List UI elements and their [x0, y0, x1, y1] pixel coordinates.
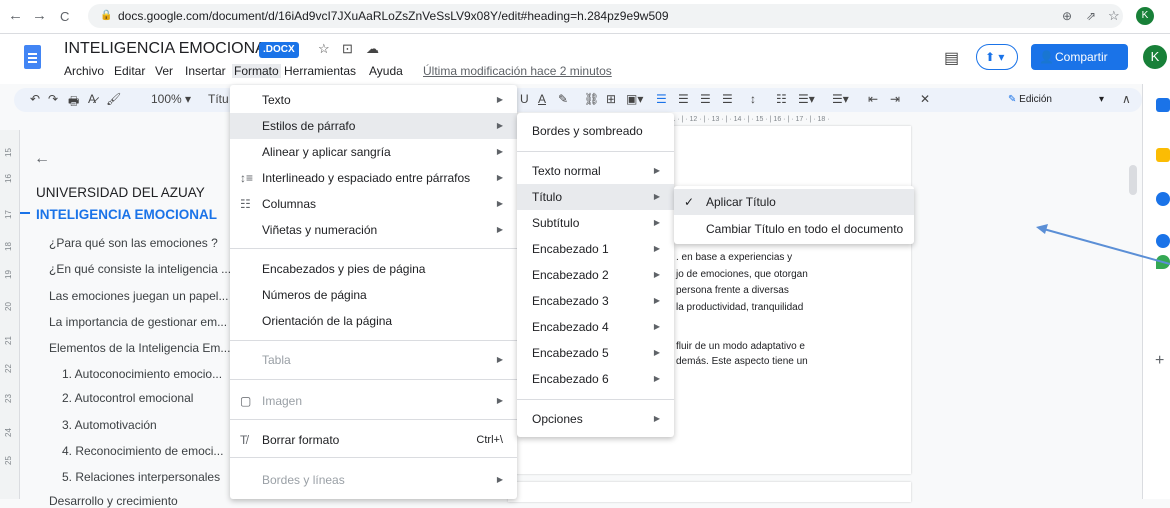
annotation-arrow [1036, 224, 1170, 265]
